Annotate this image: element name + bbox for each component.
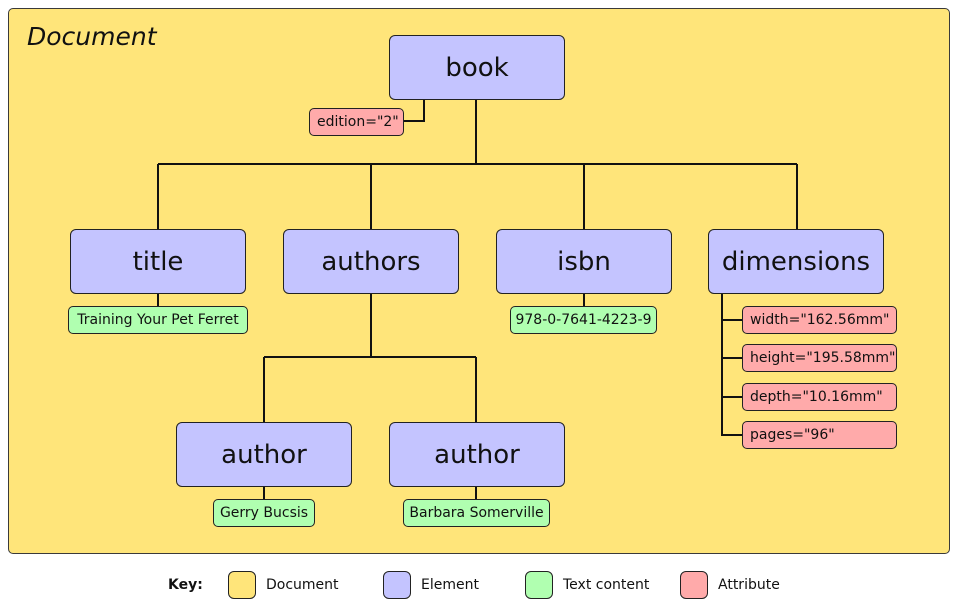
connector-book-edition [403, 100, 425, 122]
text-content-swatch [525, 571, 553, 599]
attribute-edition: edition="2" [309, 108, 404, 136]
text-title: Training Your Pet Ferret [68, 306, 248, 334]
key-label: Document [266, 577, 339, 593]
element-author-2: author [389, 422, 565, 487]
key-label: Text content [563, 577, 650, 593]
key-title: Key: [168, 577, 203, 593]
key-item-attribute: Attribute [680, 570, 780, 600]
text-author-2: Barbara Somerville [403, 499, 550, 527]
element-book: book [389, 35, 565, 100]
element-author-1: author [176, 422, 352, 487]
attribute-width: width="162.56mm" [742, 306, 897, 334]
attribute-height: height="195.58mm" [742, 344, 897, 372]
element-authors: authors [283, 229, 459, 294]
element-title: title [70, 229, 246, 294]
key-item-element: Element [383, 570, 479, 600]
key-label: Element [421, 577, 479, 593]
key-item-document: Document [228, 570, 339, 600]
attribute-pages: pages="96" [742, 421, 897, 449]
element-swatch [383, 571, 411, 599]
text-author-1: Gerry Bucsis [213, 499, 315, 527]
element-isbn: isbn [496, 229, 672, 294]
key-item-text-content: Text content [525, 570, 649, 600]
key-label: Attribute [718, 577, 780, 593]
text-isbn: 978-0-7641-4223-9 [510, 306, 657, 334]
document-swatch [228, 571, 256, 599]
attribute-swatch [680, 571, 708, 599]
connector-dimensions-attrs [721, 294, 743, 436]
attribute-depth: depth="10.16mm" [742, 383, 897, 411]
element-dimensions: dimensions [708, 229, 884, 294]
